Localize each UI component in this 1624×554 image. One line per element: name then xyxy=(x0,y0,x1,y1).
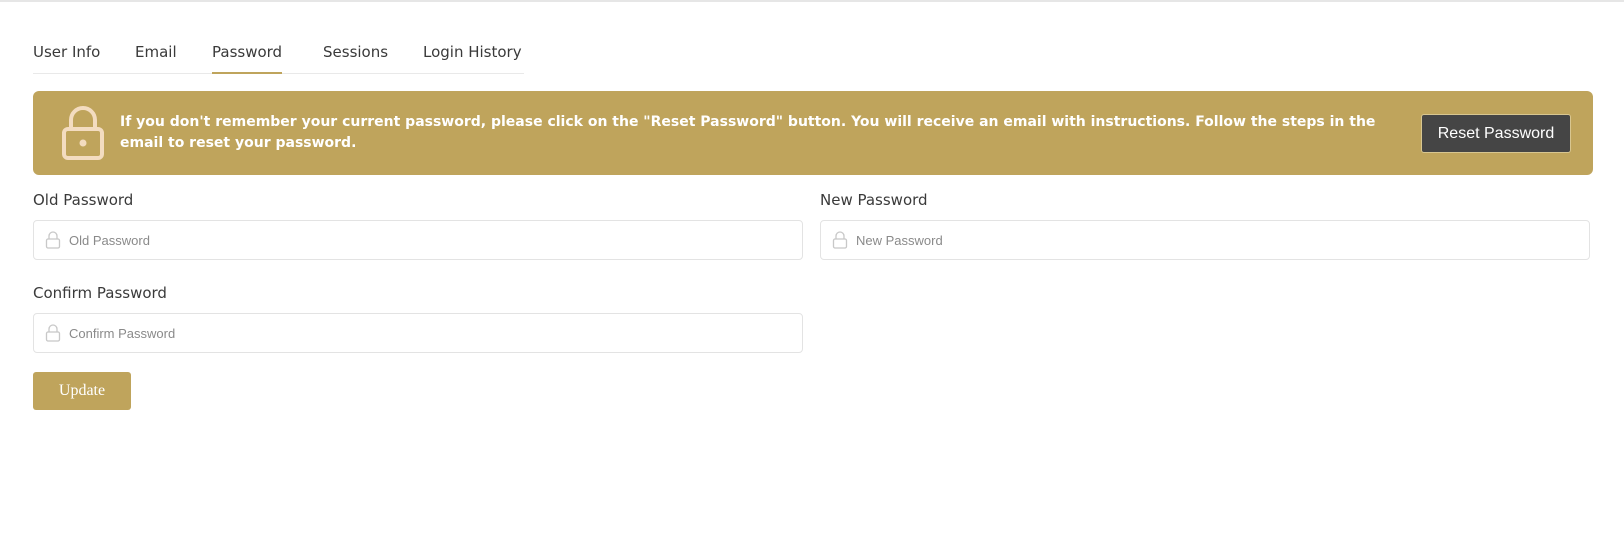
lock-icon xyxy=(45,231,61,249)
new-password-field[interactable] xyxy=(820,220,1590,260)
lock-icon xyxy=(62,106,104,160)
tab-user-info[interactable]: User Info xyxy=(33,40,100,74)
tab-login-history[interactable]: Login History xyxy=(423,40,522,74)
alert-message: If you don't remember your current passw… xyxy=(120,114,1376,151)
reset-password-alert: If you don't remember your current passw… xyxy=(33,91,1593,175)
old-password-field[interactable] xyxy=(33,220,803,260)
new-password-input[interactable] xyxy=(856,221,1579,259)
reset-password-button[interactable]: Reset Password xyxy=(1421,114,1571,153)
confirm-password-input[interactable] xyxy=(69,314,792,352)
new-password-label: New Password xyxy=(820,191,928,209)
old-password-label: Old Password xyxy=(33,191,134,209)
tab-password[interactable]: Password xyxy=(212,40,283,74)
tab-email[interactable]: Email xyxy=(135,40,177,74)
confirm-password-field[interactable] xyxy=(33,313,803,353)
top-divider xyxy=(0,0,1624,2)
profile-tabs: User Info Email Password Sessions Login … xyxy=(33,40,524,74)
confirm-password-label: Confirm Password xyxy=(33,284,167,302)
lock-icon xyxy=(832,231,848,249)
old-password-input[interactable] xyxy=(69,221,792,259)
lock-icon xyxy=(45,324,61,342)
tab-sessions[interactable]: Sessions xyxy=(323,40,388,74)
update-button[interactable]: Update xyxy=(33,372,131,410)
